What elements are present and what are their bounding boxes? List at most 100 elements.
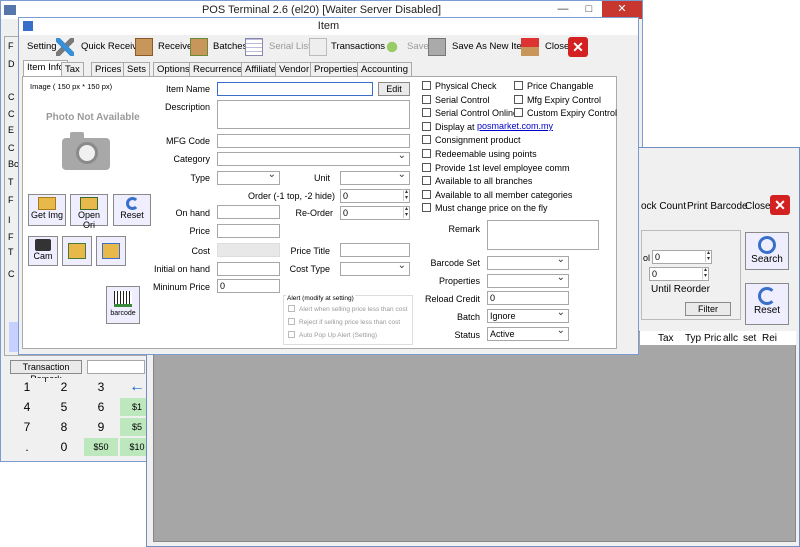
image-tool-button-1[interactable] [62,236,92,266]
filter-spin-1[interactable]: 0 [652,250,712,264]
items-grid[interactable] [153,331,796,542]
grid-column-header[interactable]: set [743,333,756,344]
initial-on-hand-input[interactable] [217,262,280,276]
tab-item[interactable]: Properties [310,62,362,76]
minimum-price-input[interactable]: 0 [217,279,280,293]
item-name-input[interactable] [217,82,373,96]
checkbox[interactable] [422,81,431,90]
keypad-key[interactable]: 2 [47,378,81,396]
close-icon[interactable]: ✕ [568,37,588,57]
unit-select[interactable] [340,169,410,185]
keypad-key[interactable]: 3 [84,378,118,396]
check-option[interactable]: Physical Check [422,81,497,91]
category-select[interactable] [217,150,410,166]
checkbox[interactable] [288,318,295,325]
type-select[interactable] [217,169,280,185]
setting-button[interactable]: Setting [27,39,57,55]
back-close-icon[interactable]: ✕ [770,195,790,215]
checkbox[interactable] [288,305,295,312]
save-as-new-button[interactable]: Save As New Item [452,39,530,55]
order-input[interactable]: 0 [340,189,410,203]
transaction-remark-button[interactable]: Transaction Remark [10,360,82,384]
check-option[interactable]: Serial Control Online [422,108,518,118]
keypad-key[interactable]: $50 [84,438,118,456]
alert-option[interactable]: Auto Pop Up Alert (Setting) [288,331,377,339]
checkbox[interactable] [422,135,431,145]
receive-button[interactable]: Receive [158,39,192,55]
checkbox[interactable] [422,176,431,186]
checkbox[interactable] [422,203,431,213]
transactions-button[interactable]: Transactions [331,39,385,55]
status-select[interactable]: Active [487,325,569,341]
reset-search-button[interactable]: Reset [745,283,789,325]
tab-item[interactable]: Prices [91,62,126,76]
check-option[interactable]: Provide 1st level employee comm [422,162,570,173]
check-option[interactable]: Available to all member categories [422,189,572,200]
barcode-set-select[interactable] [487,254,569,270]
search-button[interactable]: Search [745,232,789,270]
properties-select[interactable] [487,272,569,288]
check-option[interactable]: Available to all branches [422,176,532,186]
grid-column-header[interactable]: Tax [658,333,674,344]
checkbox[interactable] [288,331,295,338]
keypad-key[interactable]: 8 [47,418,81,436]
quick-receive-button[interactable]: Quick Receive [81,39,142,55]
grid-column-header[interactable]: allc [723,333,738,344]
tab-item[interactable]: Vendor [275,62,314,76]
tab-item[interactable]: Sets [123,62,151,76]
grid-column-header[interactable]: Rei [762,333,777,344]
cost-type-select[interactable] [340,260,410,276]
checkbox[interactable] [422,121,431,131]
check-option[interactable]: Redeemable using points [422,149,537,159]
keypad-key[interactable]: 1 [10,378,44,396]
keypad-key[interactable]: 6 [84,398,118,416]
check-option[interactable]: Mfg Expiry Control [514,94,601,105]
check-option[interactable]: Consignment product [422,135,521,145]
checkbox[interactable] [422,94,431,104]
alert-option[interactable]: Alert when selling price less than cost [288,305,407,313]
open-ori-button[interactable]: Open Ori [70,194,108,230]
print-barcode-button[interactable]: Print Barcode [687,201,748,212]
keypad-key[interactable]: 9 [84,418,118,436]
alert-option[interactable]: Reject if selling price less than cost [288,318,400,326]
checkbox[interactable] [422,149,431,158]
edit-button[interactable]: Edit [378,82,410,96]
mfg-code-input[interactable] [217,134,410,148]
get-img-button[interactable]: Get Img [28,194,66,226]
grid-column-header[interactable]: Pric [704,333,721,344]
tab-item[interactable]: Tax [61,62,84,76]
transaction-remark-field[interactable] [87,360,145,374]
cam-button[interactable]: Cam [28,236,58,266]
on-hand-input[interactable] [217,205,280,219]
image-tool-button-2[interactable] [96,236,126,266]
checkbox[interactable] [422,189,431,199]
check-option[interactable]: Custom Expiry Control [514,108,617,118]
batches-button[interactable]: Batches [213,39,247,55]
tab-item[interactable]: Accounting [357,62,413,76]
save-button[interactable]: Save [407,39,429,55]
reorder-input[interactable]: 0 [340,206,410,220]
reset-image-button[interactable]: Reset [113,194,151,226]
keypad-key[interactable]: 5 [47,398,81,416]
price-input[interactable] [217,224,280,238]
checkbox[interactable] [422,162,431,172]
close-item-button[interactable]: Close [545,39,569,55]
keypad-key[interactable]: . [10,438,44,456]
back-close-label[interactable]: Close [745,201,771,212]
tab-item[interactable]: Recurrence [189,62,247,76]
grid-column-header[interactable]: Typ [685,333,701,344]
description-input[interactable] [217,100,410,129]
filter-button[interactable]: Filter [685,302,731,316]
checkbox[interactable] [422,108,431,118]
check-option[interactable]: Must change price on the fly [422,203,548,213]
barcode-button[interactable]: barcode [106,286,140,324]
keypad-key[interactable]: 7 [10,418,44,436]
check-option[interactable]: Display at [422,121,475,132]
display-link[interactable]: posmarket.com.my [477,121,553,131]
checkbox[interactable] [514,81,523,90]
check-option[interactable]: Price Changable [514,81,594,91]
keypad-key[interactable]: 4 [10,398,44,416]
price-title-input[interactable] [340,243,410,257]
checkbox[interactable] [514,108,523,118]
remark-input[interactable] [487,220,599,250]
